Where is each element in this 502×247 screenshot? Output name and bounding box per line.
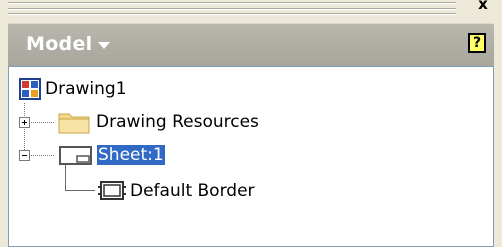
model-browser-window: x Model ? Drawing1 Drawing Resources She… (0, 0, 502, 247)
collapse-icon[interactable] (19, 150, 30, 161)
tree-item-label: Drawing1 (45, 79, 127, 99)
border-icon (98, 181, 126, 200)
close-icon[interactable]: x (466, 0, 500, 13)
expand-icon[interactable] (19, 117, 30, 128)
model-dropdown-label: Model (26, 33, 93, 55)
tree-item-default-border[interactable]: Default Border (97, 179, 255, 203)
tree-line (24, 103, 26, 156)
tree-item-label: Drawing Resources (96, 112, 259, 132)
model-tree: Drawing1 Drawing Resources Sheet:1 Defau… (8, 66, 494, 247)
browser-header: Model ? (8, 23, 494, 66)
tree-item-label: Sheet:1 (97, 145, 165, 165)
chevron-down-icon (98, 41, 111, 49)
tree-item-label: Default Border (130, 181, 255, 201)
help-icon[interactable]: ? (468, 33, 486, 53)
drawing-icon (19, 78, 41, 100)
sheet-icon (59, 146, 92, 165)
tree-line (65, 190, 95, 191)
panel-grip-bar[interactable] (0, 0, 502, 16)
tree-line (65, 165, 66, 191)
tree-item-drawing-resources[interactable]: Drawing Resources (58, 110, 259, 134)
model-dropdown[interactable]: Model (26, 32, 111, 56)
tree-item-sheet1[interactable]: Sheet:1 (59, 143, 165, 167)
tree-item-drawing1[interactable]: Drawing1 (19, 77, 127, 101)
folder-icon (58, 113, 90, 134)
